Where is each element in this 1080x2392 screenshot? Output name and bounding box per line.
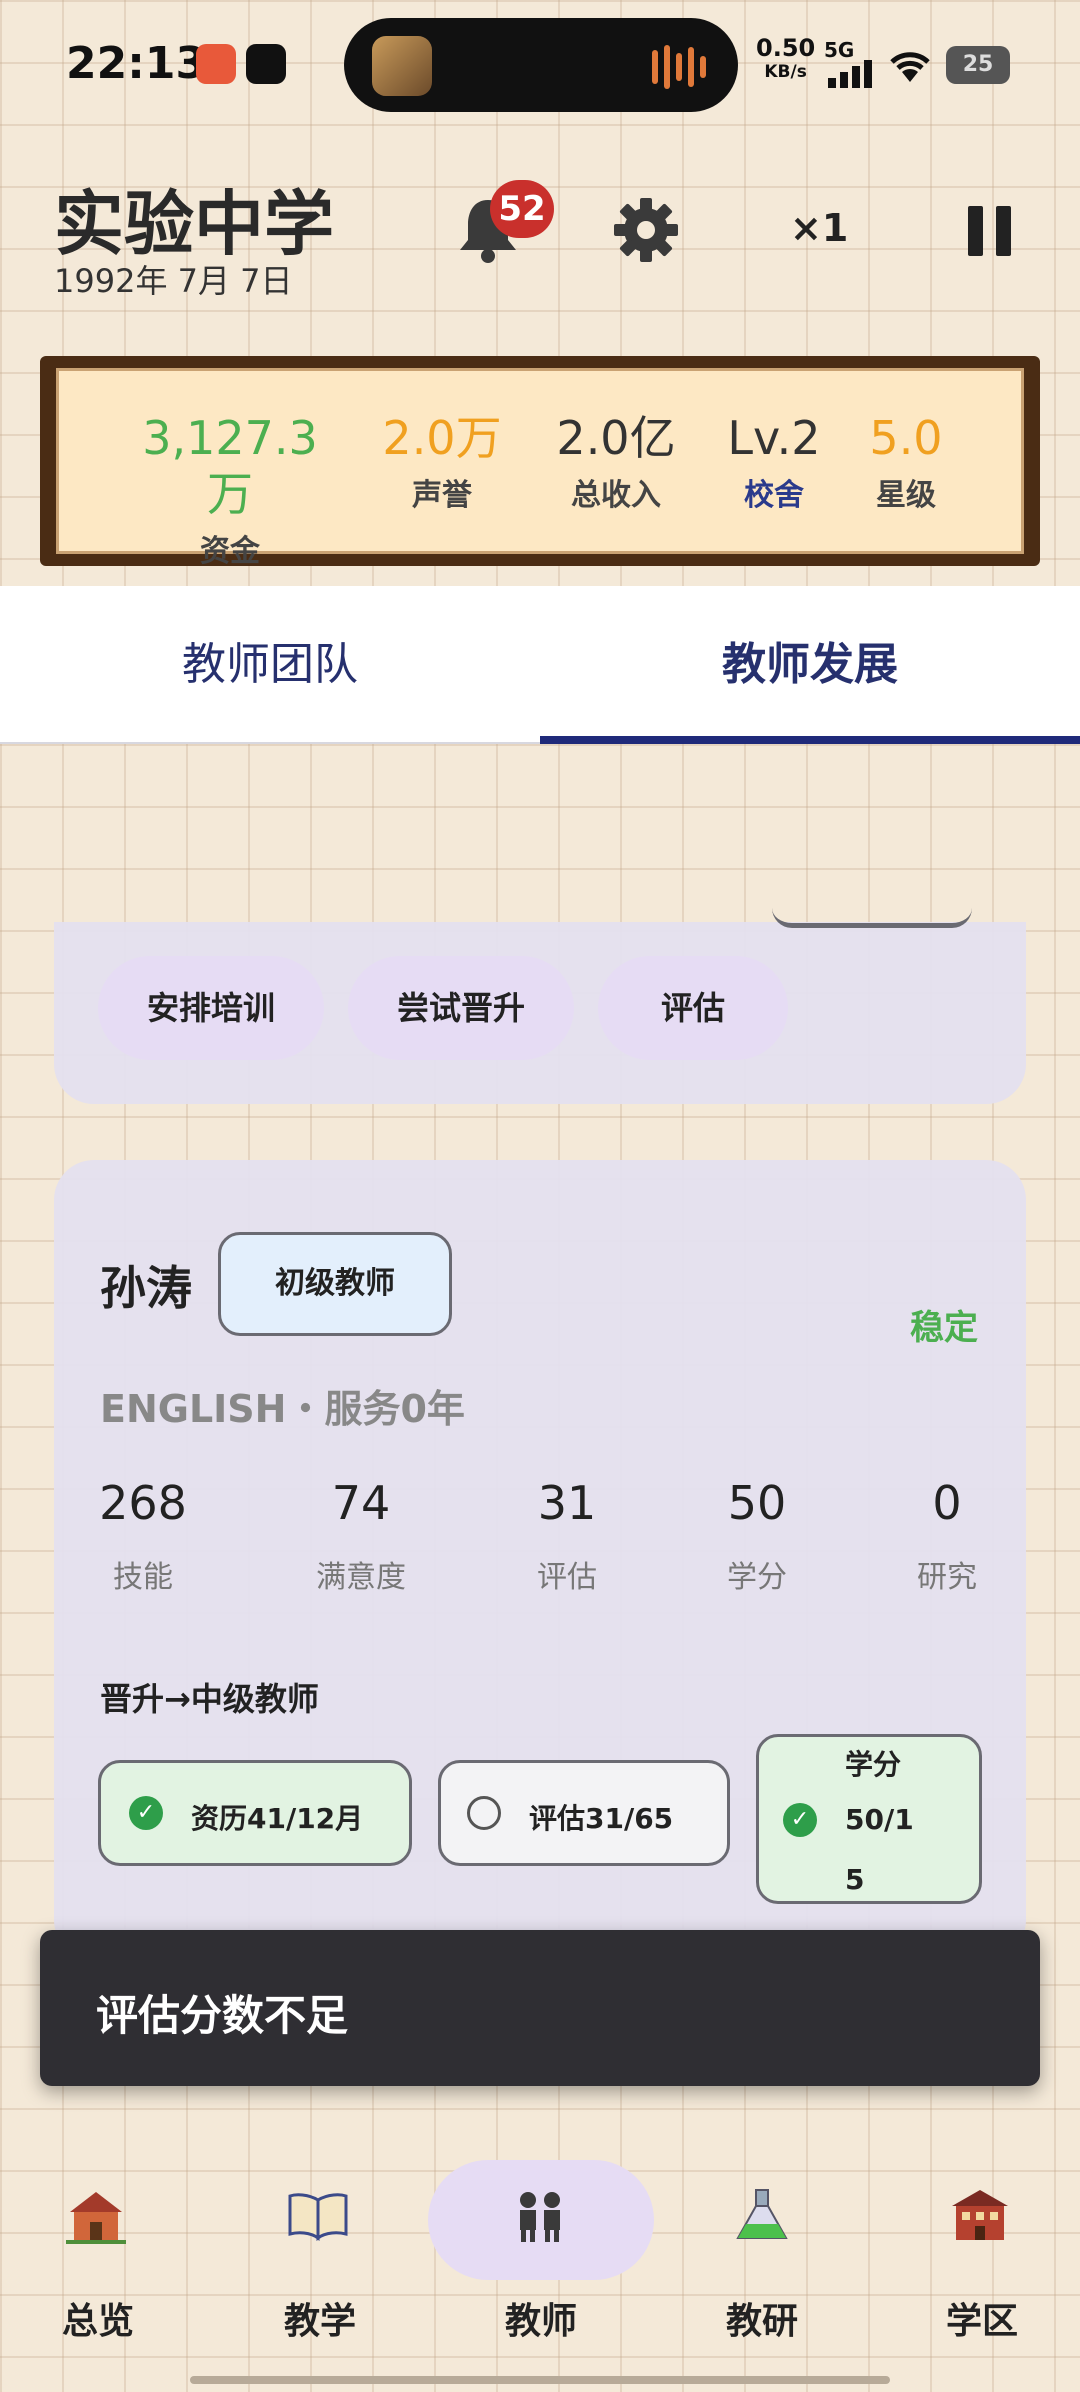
metric-label: 满意度: [316, 1560, 406, 1595]
gesture-handle[interactable]: [190, 2376, 890, 2384]
metric-value: 268: [99, 1476, 187, 1530]
metric-label: 学分: [727, 1560, 787, 1595]
stat-value: 2.0亿: [556, 411, 676, 465]
metric-value: 74: [331, 1476, 391, 1530]
nav-label-teachers[interactable]: 教师: [461, 2292, 621, 2344]
metric-value: 50: [727, 1476, 787, 1530]
metric-value: 31: [537, 1476, 597, 1530]
tab-active-indicator: [540, 736, 1080, 744]
game-speed-button[interactable]: ×1: [790, 206, 848, 250]
campus-building-icon[interactable]: [950, 2188, 1010, 2244]
metric-research: 0 研究: [872, 1476, 1022, 1596]
teacher-subject: ENGLISH・服务0年: [100, 1387, 465, 1431]
nav-label-overview[interactable]: 总览: [18, 2292, 178, 2344]
stat-label: 总收入: [571, 478, 661, 513]
requirement-text-line: 5: [845, 1863, 865, 1896]
network-speed-unit: KB/s: [764, 62, 807, 82]
app-notification-icon: [196, 44, 236, 84]
teacher-status: 稳定: [910, 1308, 978, 1348]
stat-value: 2.0万: [382, 411, 502, 465]
teachers-icon[interactable]: [510, 2188, 570, 2244]
stat-value: 3,127.3万: [142, 411, 318, 521]
requirement-evaluation: 评估31/65: [438, 1760, 730, 1866]
check-icon: ✓: [783, 1803, 817, 1837]
empty-circle-icon: [467, 1796, 501, 1830]
notification-badge: 52: [490, 180, 554, 238]
metric-skill: 268 技能: [68, 1476, 218, 1596]
arrange-training-button[interactable]: 安排培训: [98, 956, 324, 1060]
metric-evaluation: 31 评估: [492, 1476, 642, 1596]
requirement-credits: ✓ 学分 50/1 5: [756, 1734, 982, 1904]
wifi-icon: [890, 52, 930, 82]
try-promotion-button[interactable]: 尝试晋升: [348, 956, 574, 1060]
tab-teacher-team[interactable]: 教师团队: [0, 586, 540, 744]
game-date: 1992年 7月 7日: [54, 262, 293, 300]
nav-label-research[interactable]: 教研: [682, 2292, 842, 2344]
stat-value: Lv.2: [727, 411, 821, 465]
stat-label: 声誉: [412, 478, 472, 513]
tiktok-icon: [246, 44, 286, 84]
metric-label: 研究: [917, 1560, 977, 1595]
signal-icon: [828, 60, 872, 88]
scrolled-element-edge: [772, 904, 972, 928]
stat-buildings: Lv.2 校舍: [714, 410, 834, 514]
requirement-text: 评估31/65: [529, 1802, 674, 1835]
stat-star-rating: 5.0 星级: [856, 410, 956, 514]
open-book-icon[interactable]: [288, 2188, 348, 2244]
stat-reputation: 2.0万 声誉: [372, 410, 512, 514]
stat-label: 资金: [200, 534, 260, 569]
metric-value: 0: [932, 1476, 962, 1530]
pause-button[interactable]: [968, 206, 1012, 256]
flask-icon[interactable]: [732, 2188, 792, 2244]
teacher-rank-badge: 初级教师: [218, 1232, 452, 1336]
metric-satisfaction: 74 满意度: [286, 1476, 436, 1596]
status-time: 22:13: [66, 38, 207, 89]
media-thumbnail-icon: [372, 36, 432, 96]
metric-label: 评估: [537, 1560, 597, 1595]
requirement-text-line: 50/1: [845, 1803, 914, 1836]
promotion-title: 晋升→中级教师: [100, 1680, 319, 1718]
requirement-text-line: 学分: [845, 1748, 902, 1781]
audio-wave-icon: [652, 50, 658, 84]
battery-indicator: 25: [946, 46, 1010, 84]
evaluate-button[interactable]: 评估: [598, 956, 788, 1060]
requirement-seniority: ✓ 资历41/12月: [98, 1760, 412, 1866]
requirement-text: 资历41/12月: [191, 1802, 364, 1835]
stat-funds: 3,127.3万 资金: [130, 410, 330, 570]
metric-label: 技能: [113, 1560, 173, 1595]
toast-message: 评估分数不足: [96, 1991, 349, 2040]
school-house-icon[interactable]: [66, 2188, 126, 2244]
tab-teacher-development[interactable]: 教师发展: [540, 586, 1080, 744]
network-speed: 0.50 KB/s: [756, 36, 815, 84]
metric-credits: 50 学分: [682, 1476, 832, 1596]
stat-label: 星级: [876, 478, 936, 513]
stat-value: 5.0: [869, 411, 943, 465]
network-speed-value: 0.50: [756, 34, 816, 62]
nav-label-teaching[interactable]: 教学: [240, 2292, 400, 2344]
stat-label: 校舍: [744, 478, 804, 513]
pause-icon: [968, 206, 983, 256]
gear-icon[interactable]: [612, 196, 680, 264]
stat-total-income: 2.0亿 总收入: [546, 410, 686, 514]
teacher-name: 孙涛: [100, 1261, 192, 1315]
check-icon: ✓: [129, 1796, 163, 1830]
school-name: 实验中学: [54, 183, 334, 265]
nav-label-district[interactable]: 学区: [902, 2292, 1062, 2344]
